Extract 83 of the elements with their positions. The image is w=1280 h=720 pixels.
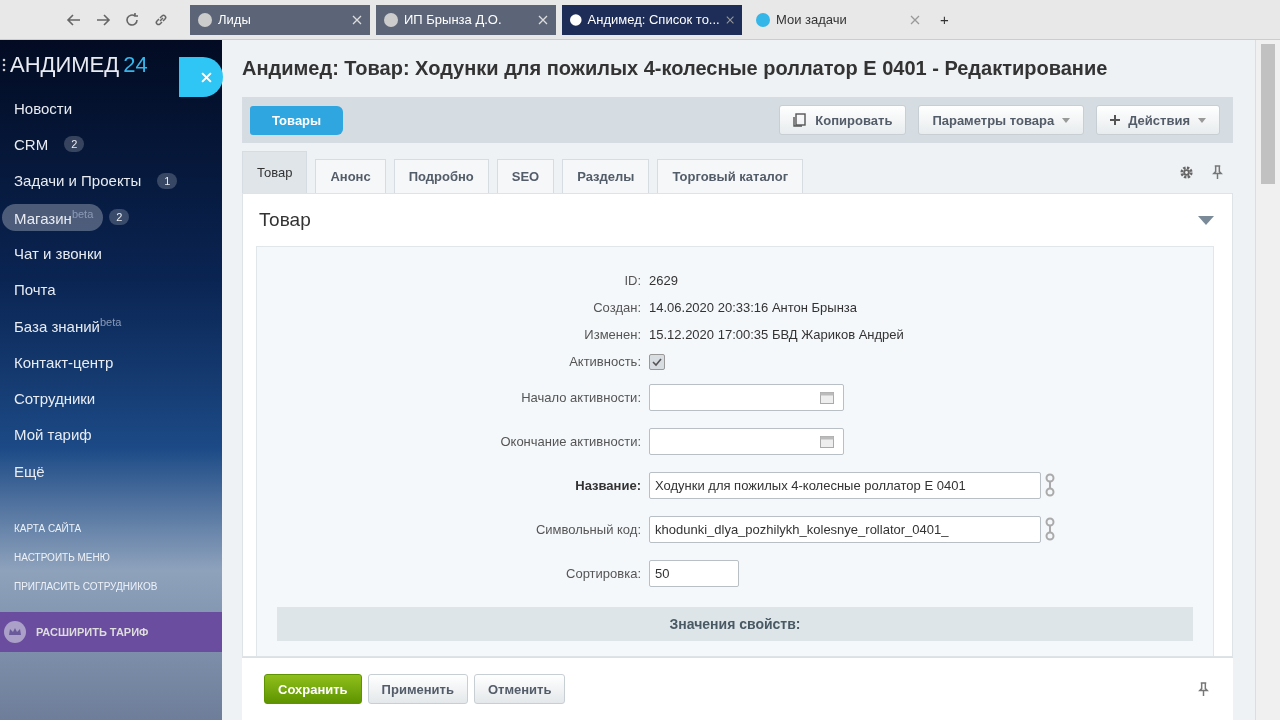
browser-tab[interactable]: Лиды [190, 4, 370, 35]
back-icon[interactable] [66, 11, 82, 28]
menu-icon[interactable] [2, 58, 6, 72]
sidebar-item[interactable]: Новости [0, 95, 83, 121]
field-value: 14.06.2020 20:33:16 Антон Брынза [649, 300, 858, 315]
site-icon [384, 12, 398, 27]
footer-button[interactable]: Отменить [473, 674, 566, 704]
field-value: 15.12.2020 17:00:35 БВД Жариков Андрей [649, 327, 904, 342]
new-tab-button[interactable]: + [940, 11, 949, 28]
sidebar-item[interactable]: Почта [0, 277, 66, 303]
tab[interactable]: Торговый каталог [657, 159, 804, 193]
site-icon [198, 12, 212, 27]
number-field[interactable]: 50 [649, 559, 739, 587]
checkbox[interactable] [649, 353, 665, 370]
tab-title: Лиды [218, 12, 252, 27]
site-icon [570, 12, 582, 27]
crown-icon [4, 621, 26, 644]
calendar-icon[interactable] [820, 434, 834, 448]
tab-title: ИП Брынза Д.О. [404, 12, 503, 27]
copy-icon [793, 113, 808, 127]
sidebar-item[interactable]: Чат и звонки [0, 240, 112, 266]
pin-icon[interactable] [1212, 164, 1223, 180]
sidebar-item[interactable]: Контакт-центр [0, 349, 124, 375]
tab[interactable]: Подробно [393, 159, 489, 193]
sidebar-item[interactable]: Мой тариф [0, 422, 102, 448]
tab-title: Мои задачи [776, 12, 848, 27]
field-label: Символьный код: [534, 521, 642, 537]
settings-icon[interactable] [1179, 164, 1194, 180]
sidebar-item[interactable]: Магазин$^{beta}$ [2, 203, 104, 231]
browser-tab[interactable]: Андимед: Список то... [562, 4, 742, 35]
plus-icon [1110, 115, 1121, 125]
field-label: Название: [574, 477, 642, 493]
tab[interactable]: Разделы [562, 159, 650, 193]
link-icon[interactable] [153, 11, 169, 28]
field-label: Окончание активности: [499, 433, 642, 449]
calendar-icon[interactable] [820, 390, 834, 404]
logo-number: 24 [123, 52, 148, 78]
forward-icon[interactable] [95, 11, 111, 28]
sidebar-item[interactable]: Задачи и Проекты [0, 168, 152, 194]
close-icon[interactable] [910, 14, 920, 25]
logo-text: АНДИМЕД [10, 52, 120, 78]
text-field[interactable]: Ходунки для пожилых 4-колесные роллатор E 0401 [649, 471, 1041, 499]
tab[interactable]: Анонс [315, 159, 386, 193]
counter-badge: 2 [109, 209, 130, 226]
date-field[interactable] [649, 383, 844, 411]
browser-tab[interactable]: ИП Брынза Д.О. [376, 4, 556, 35]
sidebar-item[interactable]: Ещё [0, 458, 55, 484]
field-value: 2629 [649, 273, 678, 288]
close-button[interactable] [179, 57, 223, 97]
close-icon[interactable] [725, 14, 734, 25]
text-field[interactable]: khodunki_dlya_pozhilykh_kolesnye_rollator_0401_ [649, 515, 1041, 543]
sidebar-item[interactable]: Сотрудники [0, 386, 106, 411]
field-label: Создан: [592, 300, 642, 315]
tab-title: Андимед: Список то... [587, 12, 720, 27]
collapse-icon[interactable] [1198, 215, 1214, 225]
field-label: Сортировка: [565, 565, 642, 581]
properties-header: Значения свойств: [277, 607, 1193, 641]
tab[interactable]: Товар [242, 151, 308, 193]
sidebar-item[interactable]: CRM [0, 131, 59, 157]
section-title: Товар [258, 209, 311, 231]
sidebar-item[interactable]: База знаний$^{beta}$ [0, 312, 132, 340]
field-label: Начало активности: [520, 389, 642, 405]
sidebar-link[interactable]: КАРТА САЙТА [14, 523, 222, 535]
toolbar-button[interactable]: Параметры товара [918, 105, 1085, 135]
toolbar-button[interactable]: Копировать [779, 105, 907, 135]
field-label: ID: [623, 273, 642, 288]
caret-icon [1062, 117, 1071, 123]
field-label: Активность: [568, 354, 642, 369]
scrollbar[interactable] [1255, 40, 1280, 720]
pin-icon[interactable] [1198, 681, 1209, 697]
page-title: Андимед: Товар: Ходунки для пожилых 4-колесные роллатор E 0401 - Редактирование [242, 57, 1109, 81]
footer-button[interactable]: Применить [367, 674, 468, 704]
caret-icon [1198, 117, 1206, 123]
field-label: Изменен: [583, 327, 642, 342]
reload-icon[interactable] [124, 11, 140, 28]
date-field[interactable] [649, 427, 844, 455]
tab[interactable]: SEO [496, 159, 555, 193]
counter-badge: 1 [157, 172, 178, 189]
site-icon [756, 12, 770, 27]
upgrade-button[interactable]: РАСШИРИТЬ ТАРИФ [0, 612, 222, 653]
counter-badge: 2 [64, 136, 85, 153]
toolbar-button[interactable]: Действия [1096, 105, 1220, 135]
close-icon [200, 71, 212, 83]
